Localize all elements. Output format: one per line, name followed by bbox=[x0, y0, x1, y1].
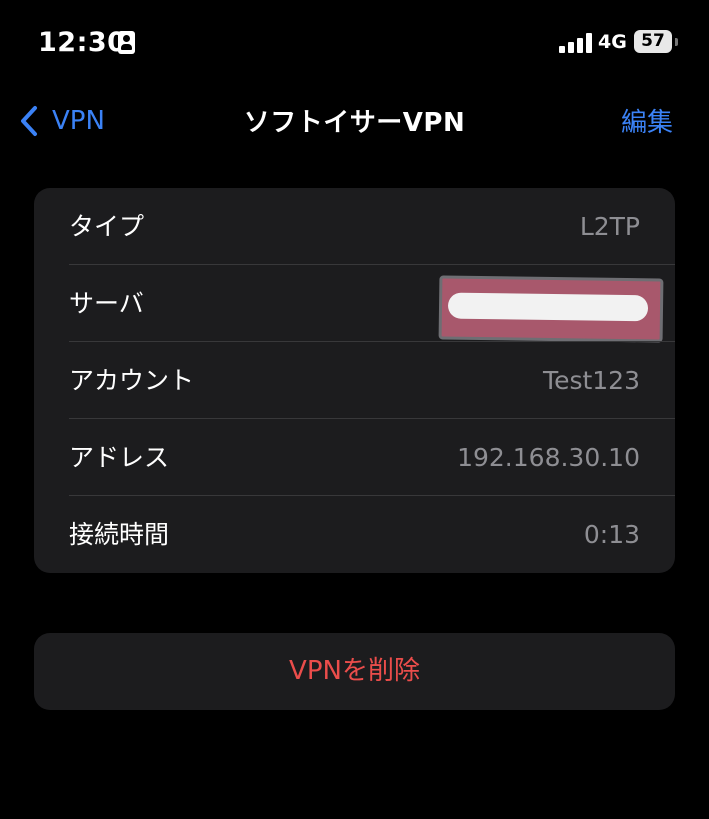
detail-value: 192.168.30.10 bbox=[457, 443, 640, 472]
detail-value: L2TP bbox=[579, 212, 640, 241]
battery-tip bbox=[675, 38, 678, 46]
vpn-details-card: タイプ L2TP サーバ アカウント Test123 アドレス 192.168.… bbox=[34, 188, 675, 573]
detail-row-address: アドレス 192.168.30.10 bbox=[34, 419, 675, 496]
edit-button[interactable]: 編集 bbox=[621, 102, 673, 139]
detail-row-server: サーバ bbox=[34, 265, 675, 343]
detail-label: サーバ bbox=[69, 289, 144, 318]
detail-label: アカウント bbox=[69, 366, 195, 395]
detail-value: 0:13 bbox=[583, 520, 640, 549]
redaction-mark bbox=[438, 275, 664, 343]
status-bar: 12:30 4G 57 bbox=[0, 0, 709, 86]
detail-row-connect-time: 接続時間 0:13 bbox=[34, 496, 675, 573]
network-type: 4G bbox=[598, 31, 627, 53]
detail-row-account: アカウント Test123 bbox=[34, 342, 675, 419]
delete-vpn-label: VPNを削除 bbox=[289, 656, 420, 686]
detail-value: Test123 bbox=[543, 366, 640, 395]
detail-row-type: タイプ L2TP bbox=[34, 188, 675, 265]
status-time: 12:30 bbox=[38, 27, 127, 58]
detail-label: タイプ bbox=[69, 212, 145, 241]
battery-icon: 57 bbox=[634, 30, 672, 53]
delete-vpn-button[interactable]: VPNを削除 bbox=[34, 633, 675, 710]
page-title: ソフトイサーVPN bbox=[243, 108, 466, 138]
cellular-signal-icon bbox=[559, 33, 593, 53]
contact-card-icon bbox=[118, 31, 135, 54]
detail-label: 接続時間 bbox=[69, 520, 170, 549]
detail-label: アドレス bbox=[69, 443, 170, 472]
